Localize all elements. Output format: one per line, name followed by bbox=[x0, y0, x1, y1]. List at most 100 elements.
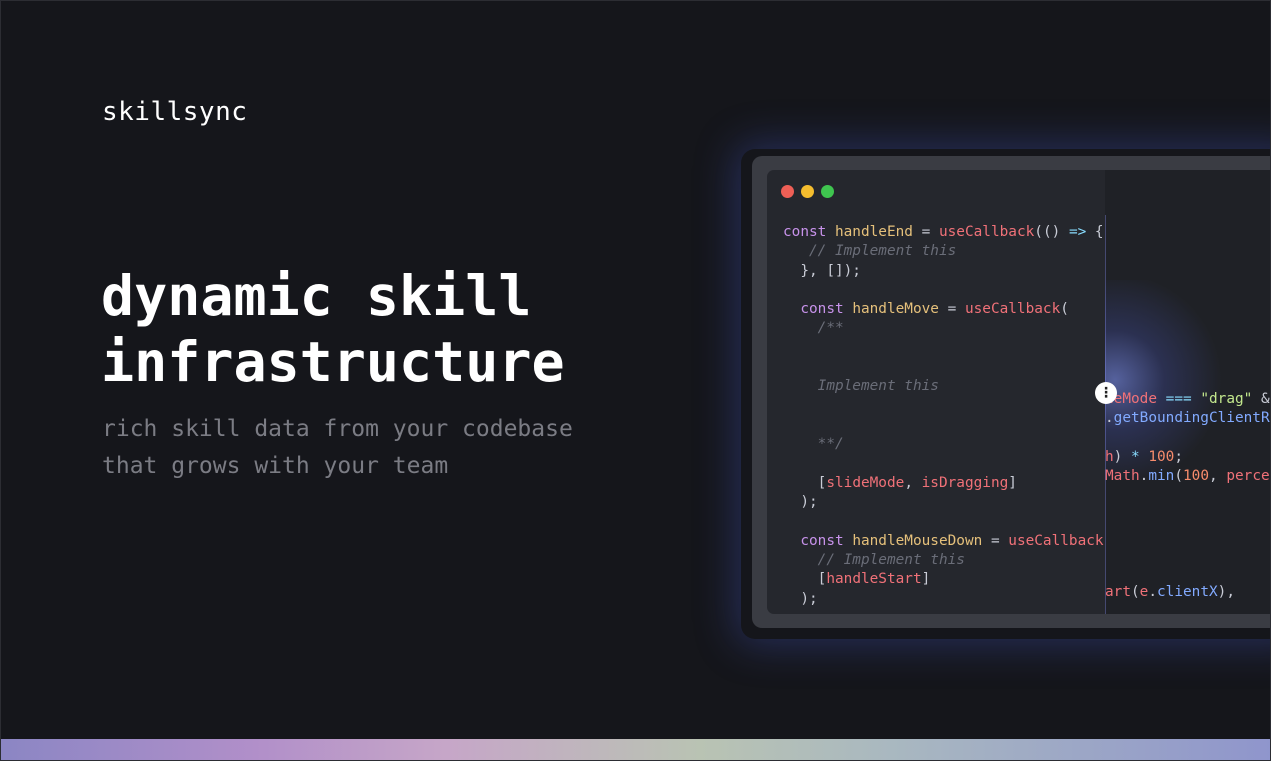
left-code-line: // Implement this bbox=[783, 242, 1104, 261]
left-code-line bbox=[783, 397, 1104, 416]
left-code-line: **/ bbox=[783, 435, 1104, 454]
code-token: percen bbox=[1226, 468, 1270, 485]
code-token: ) bbox=[1113, 448, 1131, 465]
right-code-line bbox=[1105, 429, 1270, 448]
right-code-line bbox=[1105, 564, 1270, 583]
right-code-line: deMode === "drag" & bbox=[1105, 390, 1270, 409]
code-token: min bbox=[1148, 468, 1175, 485]
left-code-line: ); bbox=[783, 493, 1104, 512]
code-editor-window: const handleEnd = useCallback(() => { //… bbox=[767, 170, 1270, 614]
code-token: [ bbox=[783, 571, 827, 588]
brand-logo[interactable]: skillsync bbox=[102, 97, 247, 127]
code-token: . bbox=[1105, 410, 1114, 427]
code-token: ( bbox=[1131, 583, 1140, 600]
code-token: , bbox=[1209, 468, 1227, 485]
code-token: handleStart bbox=[826, 571, 922, 588]
left-code-line bbox=[783, 281, 1104, 300]
code-token: ( bbox=[1060, 301, 1069, 318]
right-code-line: Math.min(100, percen bbox=[1105, 467, 1270, 486]
left-code-line bbox=[783, 358, 1104, 377]
left-code-line bbox=[783, 455, 1104, 474]
left-code-line: }, []); bbox=[783, 262, 1104, 281]
landing-page: skillsync dynamic skill infrastructure r… bbox=[0, 0, 1271, 761]
left-code-line bbox=[783, 416, 1104, 435]
code-token: , bbox=[904, 474, 922, 491]
code-token: useCallback bbox=[1008, 532, 1104, 549]
code-token: ] bbox=[1008, 474, 1017, 491]
code-pane-right-text: deMode === "drag" & .getBoundingClientRe h… bbox=[1105, 390, 1270, 602]
right-code-line bbox=[1105, 544, 1270, 563]
close-window-dot[interactable] bbox=[781, 185, 794, 198]
code-token: h bbox=[1105, 448, 1114, 465]
code-token: art bbox=[1105, 583, 1131, 600]
hero-headline: dynamic skill infrastructure bbox=[101, 263, 565, 395]
minimize-window-dot[interactable] bbox=[801, 185, 814, 198]
code-token: = bbox=[982, 532, 1009, 549]
code-token: ( bbox=[1174, 468, 1183, 485]
code-token: // Implement this bbox=[783, 552, 965, 569]
code-token: ); bbox=[783, 590, 818, 607]
code-token: slideMode bbox=[826, 474, 905, 491]
code-token: handleMove bbox=[852, 301, 939, 318]
code-token: const bbox=[783, 224, 835, 240]
code-token: === bbox=[1165, 391, 1192, 407]
right-code-line bbox=[1105, 486, 1270, 505]
code-pane-right: deMode === "drag" & .getBoundingClientRe h… bbox=[1105, 170, 1270, 614]
code-token: Math bbox=[1105, 468, 1140, 485]
right-code-line: art(e.clientX), bbox=[1105, 583, 1270, 602]
code-token: useCallback bbox=[964, 301, 1061, 318]
code-token: Implement this bbox=[783, 378, 939, 395]
code-token: // Implement this bbox=[783, 243, 957, 260]
gradient-footer-bar bbox=[1, 739, 1270, 760]
left-code-line: const handleMouseDown = useCallback bbox=[783, 532, 1104, 551]
left-code-line: [handleStart] bbox=[783, 570, 1104, 589]
right-code-line: h) * 100; bbox=[1105, 448, 1270, 467]
left-code-line: const handleEnd = useCallback(() => { bbox=[783, 223, 1104, 242]
left-code-line: /** bbox=[783, 319, 1104, 338]
code-token: [ bbox=[783, 474, 827, 491]
code-token: 100 bbox=[1183, 468, 1209, 485]
headline-line-2: infrastructure bbox=[101, 330, 565, 394]
left-code-line bbox=[783, 512, 1104, 531]
left-code-line: Implement this bbox=[783, 377, 1104, 396]
hero-subline: rich skill data from your codebase that … bbox=[102, 411, 573, 485]
left-code-line: const handleMove = useCallback( bbox=[783, 300, 1104, 319]
left-code-line: ); bbox=[783, 590, 1104, 609]
code-token: clientX bbox=[1157, 583, 1218, 600]
code-token: ); bbox=[783, 494, 818, 511]
subline-line-1: rich skill data from your codebase bbox=[102, 416, 573, 442]
window-controls bbox=[781, 185, 834, 198]
right-code-line bbox=[1105, 506, 1270, 525]
maximize-window-dot[interactable] bbox=[821, 185, 834, 198]
code-token: { bbox=[1086, 224, 1104, 240]
code-token: = bbox=[912, 224, 939, 240]
code-token: const bbox=[800, 301, 853, 318]
code-token: ), bbox=[1217, 583, 1235, 600]
headline-line-1: dynamic skill bbox=[101, 264, 532, 328]
vertical-dots-icon[interactable]: ⋮ bbox=[1095, 382, 1117, 404]
code-token: /** bbox=[783, 320, 844, 337]
code-token: = bbox=[938, 301, 965, 318]
code-token: handleEnd bbox=[834, 224, 913, 240]
code-token: ] bbox=[921, 571, 931, 588]
right-code-line bbox=[1105, 525, 1270, 544]
code-token: 100 bbox=[1148, 448, 1175, 465]
code-token: (() bbox=[1034, 224, 1069, 240]
code-token: . bbox=[1148, 583, 1158, 600]
code-token: **/ bbox=[783, 436, 844, 453]
subline-line-2: that grows with your team bbox=[102, 453, 449, 479]
code-token: }, []); bbox=[783, 262, 861, 279]
right-code-line: .getBoundingClientRe bbox=[1105, 409, 1270, 428]
code-token: => bbox=[1068, 224, 1087, 240]
code-token: ; bbox=[1174, 448, 1184, 465]
left-code-line: [slideMode, isDragging] bbox=[783, 474, 1104, 493]
code-token: "drag" bbox=[1200, 391, 1253, 407]
code-token: isDragging bbox=[921, 474, 1009, 491]
compare-slider-line[interactable] bbox=[1105, 215, 1106, 614]
left-code-line: // Implement this bbox=[783, 551, 1104, 570]
code-token: handleMouseDown bbox=[852, 532, 983, 549]
code-pane-left: const handleEnd = useCallback(() => { //… bbox=[783, 223, 1104, 609]
